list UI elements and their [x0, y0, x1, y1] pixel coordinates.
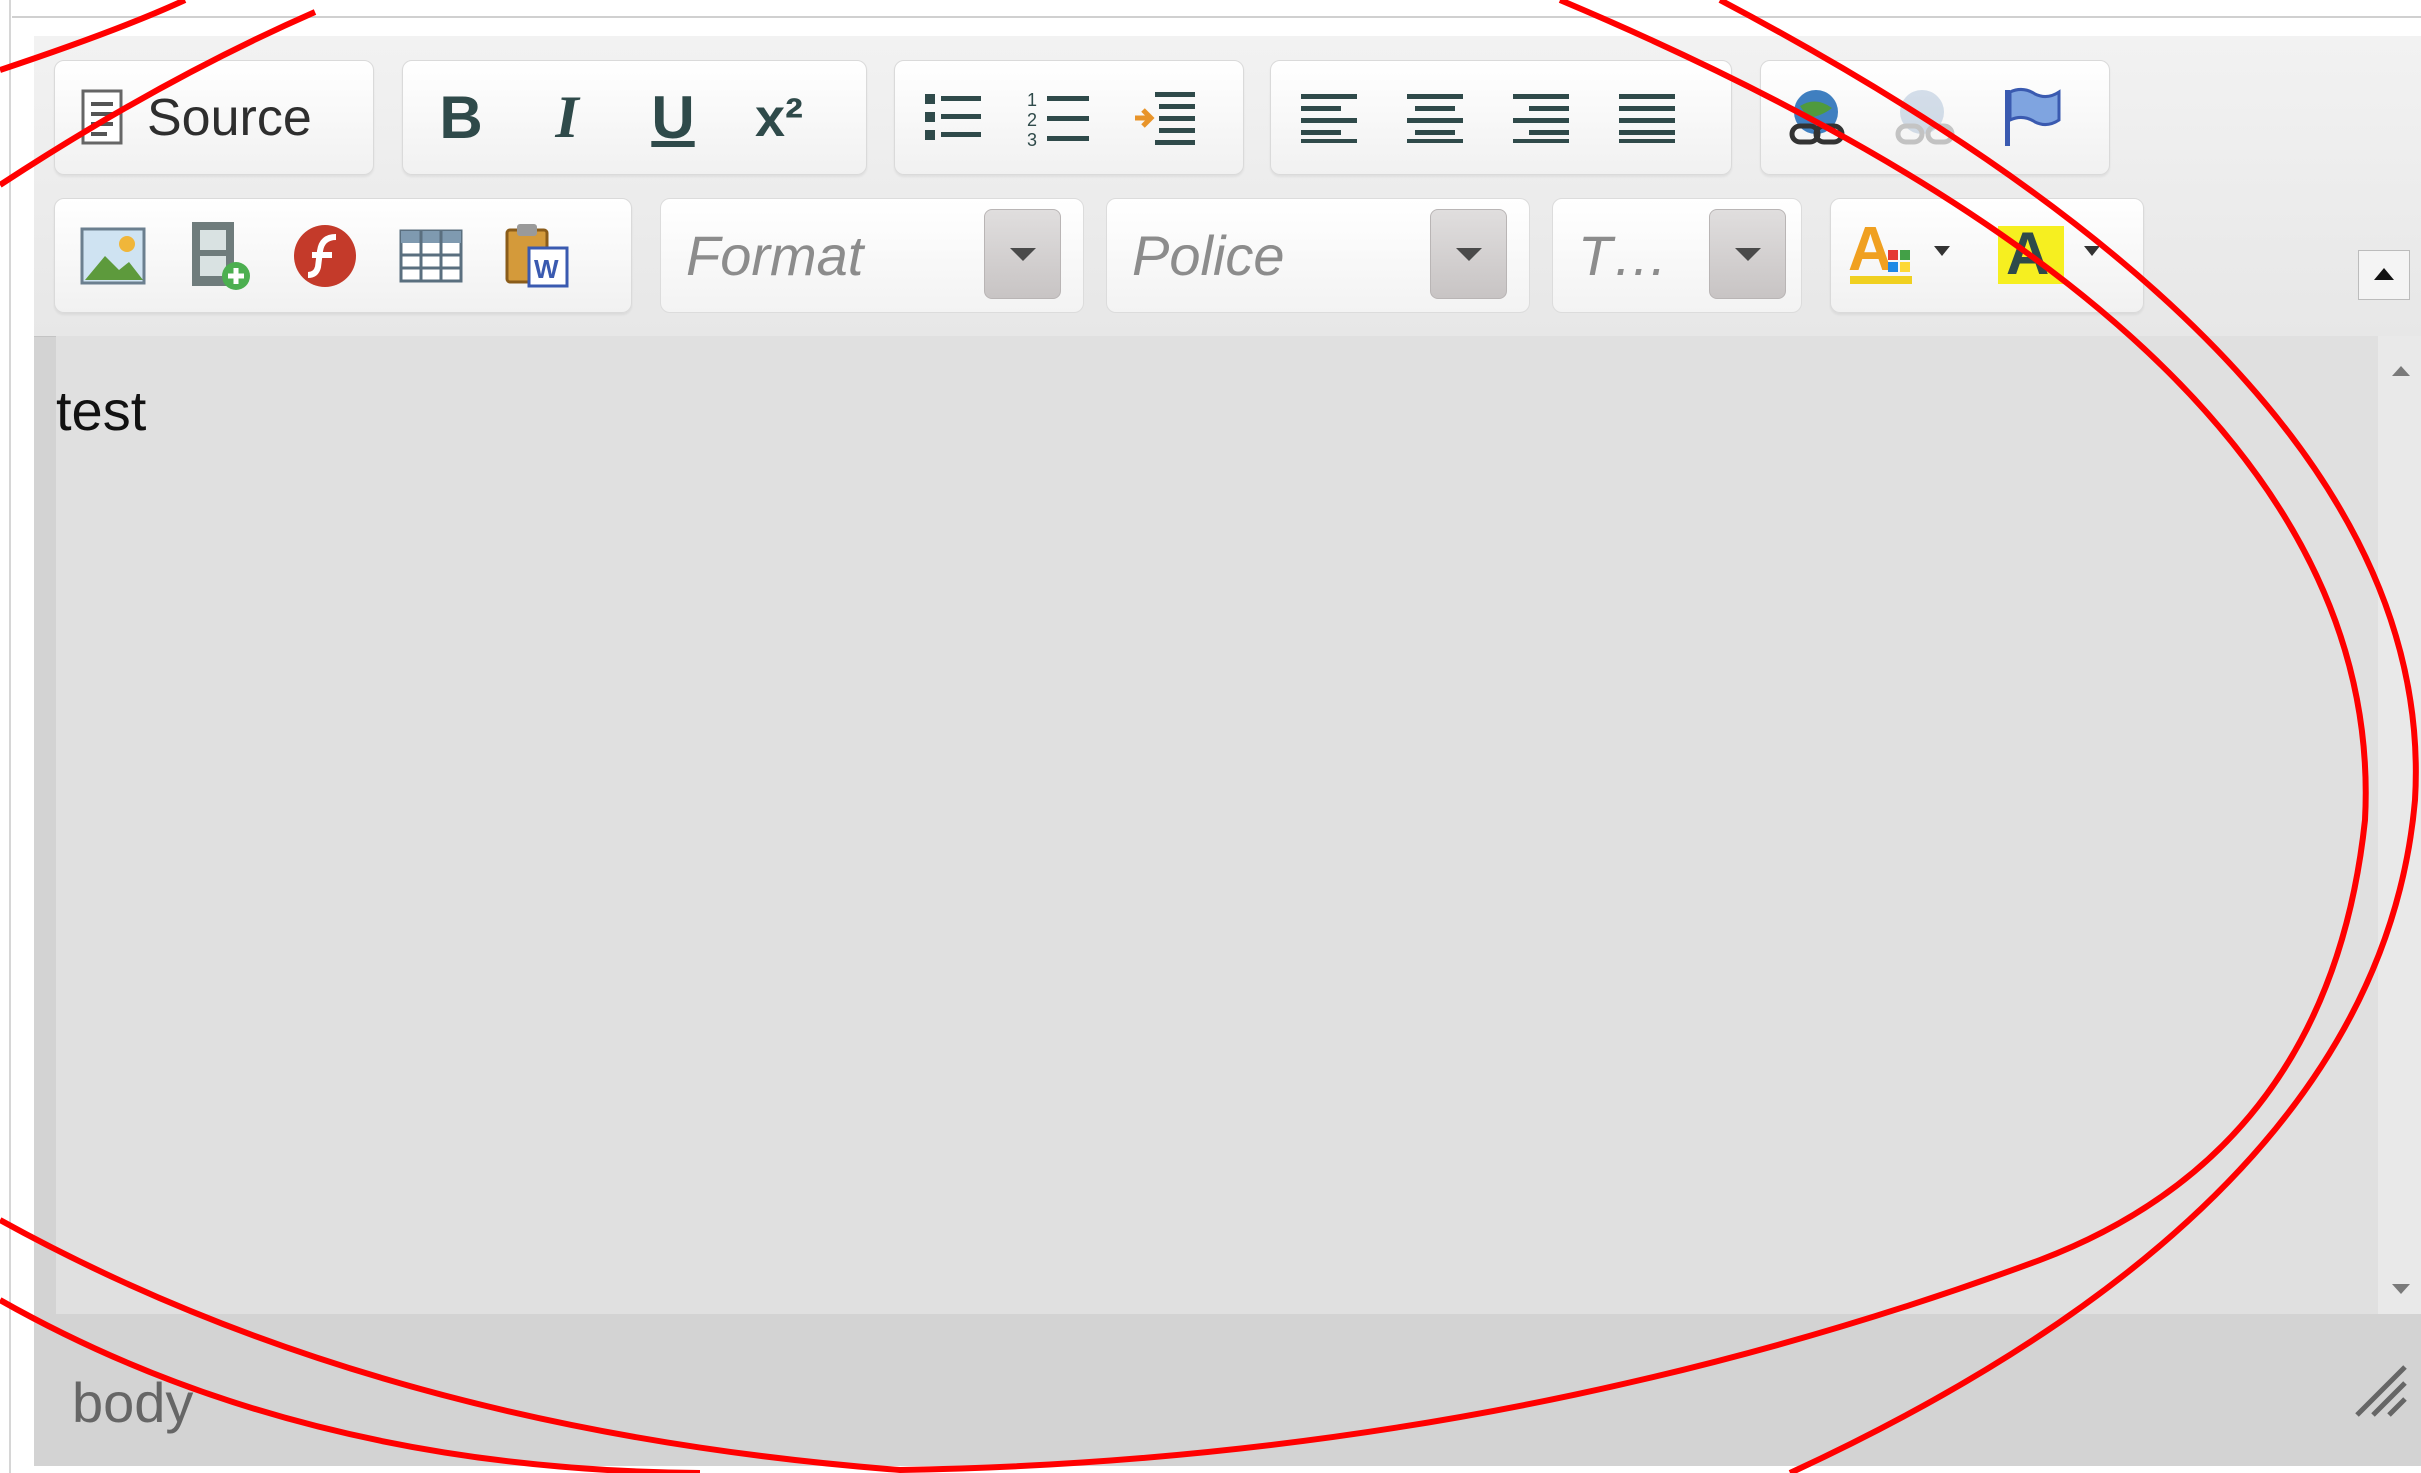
editor-content-text[interactable]: test [56, 378, 146, 443]
toolbar-group-align [1270, 60, 1732, 175]
anchor-flag-icon [1999, 86, 2063, 150]
italic-button[interactable]: I [521, 74, 613, 162]
numbered-list-button[interactable]: 1 2 3 [1013, 74, 1105, 162]
page-scroll-up-icon [2374, 268, 2394, 280]
align-justify-button[interactable] [1601, 74, 1693, 162]
source-button[interactable]: Source [67, 74, 322, 162]
superscript-icon: x² [754, 87, 803, 148]
align-center-icon [1405, 92, 1465, 144]
paste-word-icon: W [503, 222, 571, 290]
svg-text:3: 3 [1027, 130, 1037, 148]
anchor-button[interactable] [1985, 74, 2077, 162]
format-combo[interactable]: Format [660, 198, 1084, 313]
link-icon [1782, 86, 1856, 150]
image-button[interactable] [67, 212, 159, 300]
background-color-button[interactable]: A [1993, 212, 2113, 300]
toolbar-group-document: Source [54, 60, 374, 175]
flash-button[interactable] [279, 212, 371, 300]
svg-text:1: 1 [1027, 90, 1037, 110]
font-combo[interactable]: Police [1106, 198, 1530, 313]
bullet-list-icon [923, 90, 983, 146]
bullet-list-button[interactable] [907, 74, 999, 162]
source-icon [77, 88, 129, 148]
underline-button[interactable]: U [627, 74, 719, 162]
numbered-list-icon: 1 2 3 [1027, 88, 1091, 148]
video-button[interactable] [173, 212, 265, 300]
align-justify-icon [1617, 92, 1677, 144]
table-button[interactable] [385, 212, 477, 300]
content-vertical-scrollbar[interactable] [2378, 336, 2421, 1314]
svg-text:A: A [1848, 218, 1893, 284]
toolbar-group-lists: 1 2 3 [894, 60, 1244, 175]
editor-toolbar: Source B I U x² 1 2 3 W Format Police T…… [34, 36, 2421, 337]
unlink-button[interactable] [1879, 74, 1971, 162]
table-icon [398, 228, 464, 284]
paste-from-word-button[interactable]: W [491, 212, 583, 300]
editor-screen: Source B I U x² 1 2 3 W Format Police T…… [0, 0, 2421, 1473]
svg-text:2: 2 [1027, 110, 1037, 130]
editor-status-bar: body [34, 1314, 2421, 1466]
resize-grip-icon[interactable] [2349, 1359, 2409, 1424]
toolbar-group-links [1760, 60, 2110, 175]
align-left-button[interactable] [1283, 74, 1375, 162]
rich-text-editor: Source B I U x² 1 2 3 W Format Police T…… [34, 36, 2421, 1466]
indent-icon [1133, 88, 1197, 148]
toolbar-group-insert: W [54, 198, 632, 313]
bold-icon: B [439, 84, 483, 151]
format-combo-label: Format [686, 224, 864, 287]
text-color-button[interactable]: A [1843, 212, 1963, 300]
unlink-icon [1888, 86, 1962, 150]
font-dropdown-arrow-icon[interactable] [1430, 209, 1507, 299]
editing-area[interactable]: test [56, 336, 2378, 1314]
page-scroll-up-button[interactable] [2358, 250, 2410, 300]
align-right-icon [1511, 92, 1571, 144]
source-label: Source [147, 88, 312, 147]
superscript-button[interactable]: x² [733, 74, 825, 162]
size-dropdown-arrow-icon[interactable] [1709, 209, 1786, 299]
link-button[interactable] [1773, 74, 1865, 162]
bold-button[interactable]: B [415, 74, 507, 162]
size-combo[interactable]: T… [1552, 198, 1802, 313]
align-left-icon [1299, 92, 1359, 144]
background-color-icon: A [1998, 218, 2108, 294]
font-combo-label: Police [1132, 224, 1285, 287]
align-right-button[interactable] [1495, 74, 1587, 162]
size-combo-label: T… [1578, 224, 1669, 287]
format-dropdown-arrow-icon[interactable] [984, 209, 1061, 299]
toolbar-group-colors: A A [1830, 198, 2144, 313]
page-top-border [12, 16, 2421, 18]
svg-text:W: W [534, 254, 559, 284]
scroll-down-arrow-icon[interactable] [2392, 1284, 2410, 1294]
underline-icon: U [651, 84, 695, 151]
align-center-button[interactable] [1389, 74, 1481, 162]
image-icon [79, 226, 147, 286]
svg-text:A: A [2006, 220, 2049, 287]
toolbar-group-basicstyles: B I U x² [402, 60, 867, 175]
text-color-icon: A [1848, 218, 1958, 294]
flash-icon [292, 223, 358, 289]
page-left-border [9, 0, 11, 1473]
indent-button[interactable] [1119, 74, 1211, 162]
italic-icon: I [555, 84, 579, 150]
element-path[interactable]: body [72, 1370, 193, 1435]
scroll-up-arrow-icon[interactable] [2392, 366, 2410, 376]
video-icon [186, 220, 252, 292]
